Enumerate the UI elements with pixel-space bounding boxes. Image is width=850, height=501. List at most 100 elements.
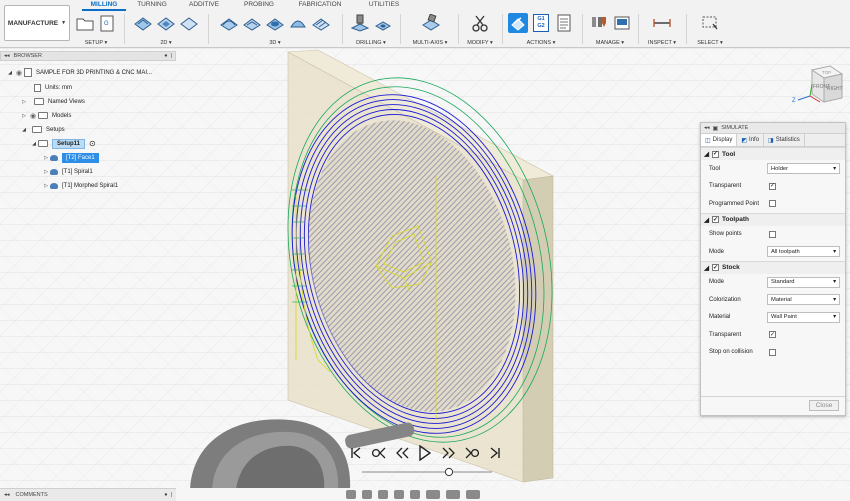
- tool-library-icon[interactable]: [589, 13, 609, 33]
- slider-handle[interactable]: [444, 467, 454, 477]
- 2d-pocket-icon[interactable]: [156, 13, 176, 33]
- rewind-icon[interactable]: [394, 445, 410, 461]
- 3d-parallel-icon[interactable]: [311, 13, 331, 33]
- expand-triangle-icon[interactable]: ▷: [42, 169, 50, 175]
- group-label-2d[interactable]: 2D: [160, 40, 167, 46]
- viewports-icon[interactable]: [466, 490, 480, 499]
- tool-select[interactable]: Holder ▾: [767, 163, 840, 175]
- show-points-checkbox[interactable]: [769, 230, 776, 238]
- expand-triangle-icon[interactable]: ▷: [20, 99, 28, 105]
- expand-triangle-icon[interactable]: ▷: [20, 113, 28, 119]
- group-label-select[interactable]: SELECT: [697, 40, 718, 46]
- expand-triangle-icon[interactable]: ◢: [704, 264, 709, 272]
- 3d-adaptive-icon[interactable]: [219, 13, 239, 33]
- browser-setup-item[interactable]: ◢ Setup11 ⊙: [30, 137, 96, 150]
- browser-operation-face[interactable]: ▷ [T2] Face1: [42, 151, 99, 164]
- tool-section-header[interactable]: ◢ ✓ Tool: [701, 147, 845, 160]
- setup-sheet-icon[interactable]: [554, 13, 574, 33]
- group-label-setup[interactable]: SETUP: [85, 40, 103, 46]
- browser-root[interactable]: ◢ ◉ SAMPLE FOR 3D PRINTING & CNC MAI...: [6, 66, 152, 79]
- group-label-drilling[interactable]: DRILLING: [356, 40, 381, 46]
- zoom-window-icon[interactable]: [410, 490, 420, 499]
- toolpath-section-checkbox[interactable]: ✓: [712, 216, 719, 223]
- tab-fabrication[interactable]: FABRICATION: [294, 0, 346, 11]
- viewcube[interactable]: FRONT RIGHT TOP Z: [790, 62, 846, 112]
- group-label-multiaxis[interactable]: MULTI-AXIS: [413, 40, 443, 46]
- tab-info[interactable]: ◩ Info: [737, 134, 765, 146]
- browser-named-views[interactable]: ▷ Named Views: [20, 95, 85, 108]
- stock-transparent-checkbox[interactable]: ✓: [769, 331, 776, 339]
- expand-triangle-icon[interactable]: ◢: [6, 70, 14, 76]
- look-at-icon[interactable]: [362, 490, 372, 499]
- expand-triangle-icon[interactable]: ◢: [20, 127, 28, 133]
- expand-triangle-icon[interactable]: ▷: [42, 155, 50, 161]
- next-operation-icon[interactable]: [464, 445, 480, 461]
- tab-statistics[interactable]: ◨ Statistics: [764, 134, 805, 146]
- material-select[interactable]: Wall Paint ▾: [767, 311, 840, 323]
- workspace-switcher[interactable]: MANUFACTURE ▼: [4, 5, 70, 41]
- measure-icon[interactable]: [652, 13, 672, 33]
- previous-operation-icon[interactable]: [371, 445, 387, 461]
- activate-target-icon[interactable]: ⊙: [89, 139, 96, 148]
- skip-to-start-icon[interactable]: [348, 445, 364, 461]
- tab-milling[interactable]: MILLING: [82, 0, 126, 11]
- browser-setups[interactable]: ◢ Setups: [20, 123, 65, 136]
- fast-forward-icon[interactable]: [441, 445, 457, 461]
- programmed-point-checkbox[interactable]: [769, 200, 776, 208]
- orbit-icon[interactable]: [346, 490, 356, 499]
- group-label-3d[interactable]: 3D: [269, 40, 276, 46]
- stock-mode-select[interactable]: Standard ▾: [767, 276, 840, 288]
- browser-units[interactable]: Units: mm: [34, 81, 72, 94]
- stock-section-checkbox[interactable]: ✓: [712, 264, 719, 271]
- browser-operation-morphed-spiral[interactable]: ▷ [T1] Morphed Spiral1: [42, 179, 118, 192]
- group-label-modify[interactable]: MODIFY: [467, 40, 488, 46]
- play-icon[interactable]: [417, 445, 433, 461]
- scissors-icon[interactable]: [470, 13, 490, 33]
- comments-add-icon[interactable]: ●: [164, 492, 167, 498]
- setup-folder-icon[interactable]: [76, 13, 95, 33]
- group-label-inspect[interactable]: INSPECT: [648, 40, 672, 46]
- 3d-scallop-icon[interactable]: [288, 13, 308, 33]
- multi-axis-icon[interactable]: [420, 13, 440, 33]
- post-process-icon[interactable]: G1 G2: [531, 13, 551, 33]
- tab-utilities[interactable]: UTILITIES: [364, 0, 404, 11]
- pin-icon[interactable]: ●: [164, 53, 167, 59]
- grid-settings-icon[interactable]: [446, 490, 460, 499]
- expand-triangle-icon[interactable]: ◢: [30, 141, 38, 147]
- group-label-manage[interactable]: MANAGE: [596, 40, 620, 46]
- expand-triangle-icon[interactable]: ◢: [704, 216, 709, 224]
- drill-icon[interactable]: [350, 13, 370, 33]
- close-button[interactable]: Close: [809, 400, 839, 411]
- visibility-eye-icon[interactable]: ◉: [28, 112, 38, 120]
- stop-on-collision-checkbox[interactable]: [769, 348, 776, 356]
- hole-recognition-icon[interactable]: [373, 13, 393, 33]
- 2d-adaptive-icon[interactable]: [133, 13, 153, 33]
- playback-slider[interactable]: [362, 467, 492, 477]
- display-settings-icon[interactable]: [426, 490, 440, 499]
- panel-toggle-icon[interactable]: |: [171, 492, 172, 498]
- 3d-pocket-icon[interactable]: [242, 13, 262, 33]
- zoom-icon[interactable]: [394, 490, 404, 499]
- panel-toggle-icon[interactable]: |: [171, 53, 172, 59]
- toolpath-section-header[interactable]: ◢ ✓ Toolpath: [701, 212, 845, 226]
- tool-transparent-checkbox[interactable]: ✓: [769, 182, 776, 190]
- browser-models[interactable]: ▷ ◉ Models: [20, 109, 71, 122]
- group-label-actions[interactable]: ACTIONS: [527, 40, 551, 46]
- face-icon[interactable]: [179, 13, 199, 33]
- tab-probing[interactable]: PROBING: [240, 0, 278, 11]
- simulate-icon[interactable]: [508, 13, 528, 33]
- colorization-select[interactable]: Material ▾: [767, 294, 840, 306]
- toolpath-mode-select[interactable]: All toolpath ▾: [767, 246, 840, 258]
- nc-program-icon[interactable]: G: [98, 13, 117, 33]
- window-select-icon[interactable]: [700, 13, 720, 33]
- expand-triangle-icon[interactable]: ◢: [704, 150, 709, 158]
- expand-triangle-icon[interactable]: ▷: [42, 183, 50, 189]
- machine-library-icon[interactable]: [612, 13, 632, 33]
- stock-section-header[interactable]: ◢ ✓ Stock: [701, 260, 845, 274]
- tool-section-checkbox[interactable]: ✓: [712, 150, 719, 158]
- tab-additive[interactable]: ADDITIVE: [182, 0, 226, 11]
- tab-display[interactable]: ◫ Display: [701, 134, 738, 146]
- skip-to-end-icon[interactable]: [487, 445, 503, 461]
- pan-hand-icon[interactable]: [378, 490, 388, 499]
- collapse-icon[interactable]: ◂◂: [704, 125, 710, 131]
